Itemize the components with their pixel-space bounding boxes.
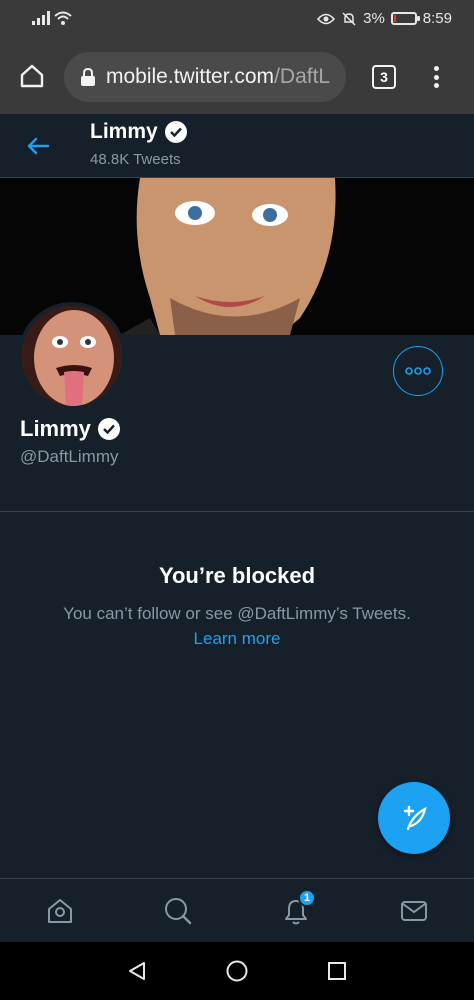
recents-square-icon [328, 962, 346, 980]
verified-icon [164, 121, 187, 143]
home-icon [20, 64, 44, 88]
nav-messages[interactable] [398, 895, 430, 927]
profile-display-name: Limmy [20, 416, 91, 441]
verified-icon [97, 418, 120, 440]
more-options-button[interactable] [393, 346, 443, 396]
avatar-photo [22, 306, 122, 406]
system-recents-button[interactable] [324, 958, 350, 984]
divider [0, 511, 474, 512]
back-triangle-icon [129, 962, 145, 980]
search-icon [165, 898, 192, 925]
tab-switcher-button[interactable]: 3 [372, 65, 396, 89]
browser-toolbar: mobile.twitter.com/DaftL 3 [0, 40, 474, 114]
more-dots-icon [405, 367, 431, 375]
eye-icon [317, 13, 336, 24]
learn-more-link[interactable]: Learn more [0, 629, 474, 649]
bottom-nav: 1 [0, 878, 474, 942]
system-back-button[interactable] [124, 958, 150, 984]
header-title: Limmy [90, 120, 188, 144]
profile-header: Limmy 48.8K Tweets [0, 114, 474, 178]
battery-icon [390, 12, 420, 25]
url-path: /DaftL [274, 65, 331, 88]
url-text: mobile.twitter.com/DaftL [106, 65, 330, 89]
back-arrow-icon[interactable] [24, 132, 52, 160]
home-icon [48, 899, 72, 923]
header-name: Limmy [90, 120, 158, 143]
compose-tweet-button[interactable] [378, 782, 450, 854]
status-bar: 3% 8:59 [0, 0, 474, 40]
lock-icon [81, 67, 95, 86]
clock: 8:59 [422, 10, 452, 27]
tweet-count: 48.8K Tweets [90, 151, 181, 168]
profile-name: Limmy [20, 416, 121, 442]
nav-search[interactable] [162, 895, 194, 927]
notification-badge: 1 [298, 889, 316, 907]
avatar[interactable] [18, 302, 126, 410]
nav-home[interactable] [44, 895, 76, 927]
battery-percent: 3% [363, 10, 385, 27]
url-domain: mobile.twitter.com [106, 65, 275, 88]
home-circle-icon [226, 960, 248, 982]
mute-bell-icon [342, 11, 356, 26]
messages-icon [401, 901, 427, 921]
compose-feather-icon [403, 805, 427, 831]
profile-handle: @DaftLimmy [20, 447, 119, 466]
address-bar[interactable]: mobile.twitter.com/DaftL [64, 52, 346, 102]
blocked-description: You can’t follow or see @DaftLimmy’s Twe… [63, 604, 411, 623]
signal-icon [32, 11, 50, 25]
browser-menu-button[interactable] [426, 62, 446, 92]
browser-home-button[interactable] [14, 58, 50, 94]
blocked-title: You’re blocked [158, 563, 316, 588]
system-home-button[interactable] [224, 958, 250, 984]
wifi-icon [54, 11, 72, 25]
system-nav-bar [0, 942, 474, 1000]
